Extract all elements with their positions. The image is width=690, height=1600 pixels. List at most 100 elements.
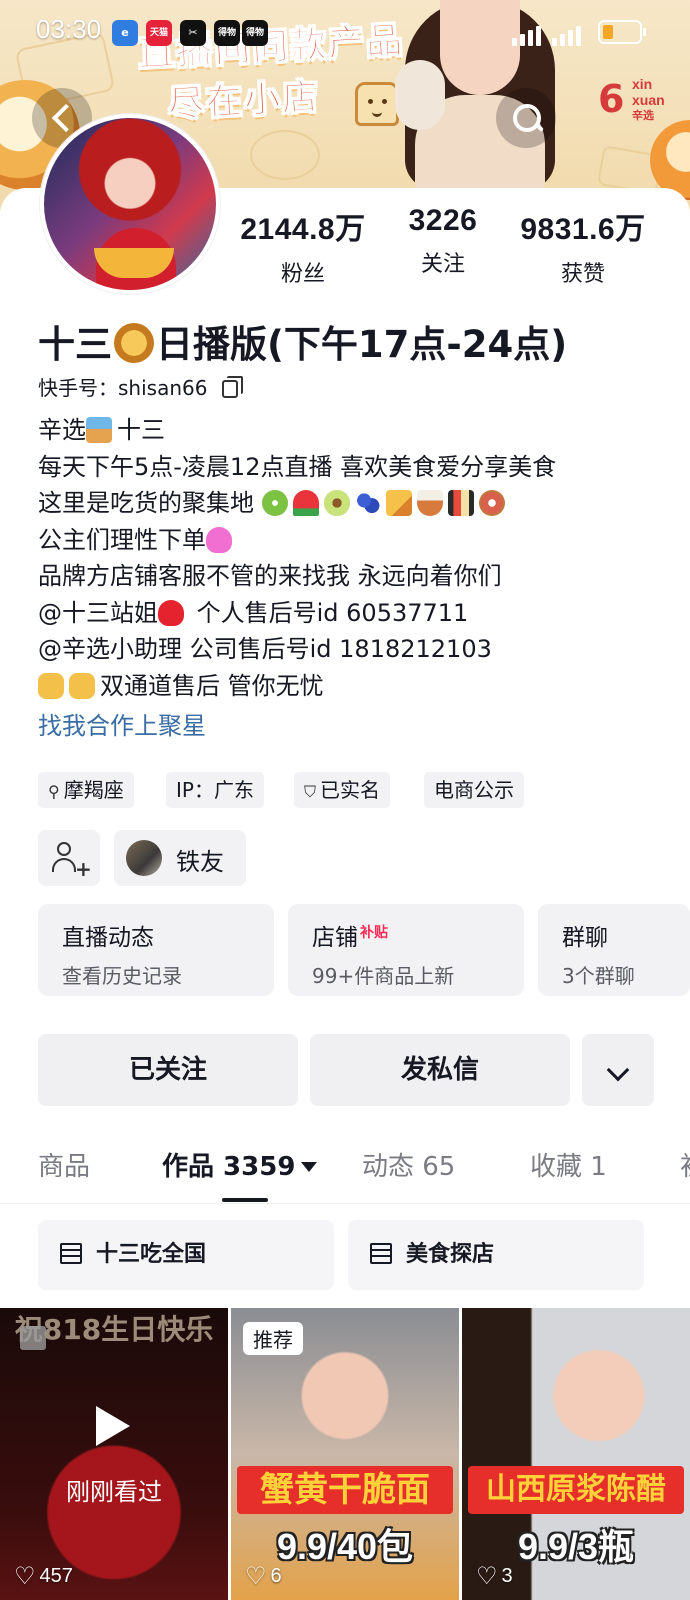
- watermelon-emoji-icon: [292, 490, 319, 516]
- red-heart-emoji-icon: [158, 599, 184, 626]
- heart-icon: ♡: [14, 1563, 36, 1590]
- tie-friend-button[interactable]: 铁友: [114, 830, 246, 886]
- more-button[interactable]: [592, 88, 652, 148]
- stat-value: 2144.8万: [240, 213, 366, 246]
- video-thumbnail[interactable]: 推荐 蟹黄干脆面 9.9/40包 ♡ 6: [231, 1308, 459, 1600]
- collection-label: 十三吃全国: [96, 1242, 207, 1267]
- profile-avatar[interactable]: [40, 114, 220, 294]
- search-button[interactable]: [496, 88, 556, 148]
- blueberries-emoji-icon: [354, 490, 381, 516]
- active-tab-indicator: [222, 1198, 268, 1202]
- bio-line: 双通道售后 管你无忧: [38, 668, 678, 705]
- house-emoji-icon: [86, 417, 112, 443]
- collection-label: 美食探店: [406, 1242, 495, 1267]
- battery-icon: [598, 20, 646, 44]
- bio-line: @辛选小助理 公司售后号id 1818212103: [38, 635, 492, 663]
- video-thumbnail[interactable]: 山西原浆陈醋 9.9/3瓶 ♡ 3: [462, 1308, 690, 1600]
- subsidy-badge: 补贴: [360, 925, 388, 941]
- card-subtitle: 查看历史记录: [62, 964, 182, 988]
- pointing-up-emoji-icon: [38, 672, 64, 699]
- toast-mascot-icon: [355, 82, 399, 126]
- tag-label: 已实名: [320, 778, 381, 802]
- card-title-text: 店铺: [312, 925, 358, 951]
- pizza-emoji-icon: [385, 490, 412, 516]
- bento-emoji-icon: [447, 490, 474, 516]
- bio-line: 这里是吃货的聚集地: [38, 485, 678, 522]
- bio-text: 这里是吃货的聚集地: [38, 489, 254, 517]
- tag-verified[interactable]: ⛉ 已实名: [294, 772, 391, 808]
- kuaishou-id: 快手号：shisan66: [38, 372, 243, 401]
- video-grid: 祝818生日快乐 刚刚看过 ♡ 457 推荐 蟹黄干脆面 9.9/40包 ♡ 6 山…: [0, 1308, 690, 1600]
- chevron-down-icon: [606, 1058, 630, 1082]
- business-cooperation-link[interactable]: 找我合作上聚星: [38, 706, 206, 741]
- like-count-value: 6: [270, 1565, 282, 1587]
- capcut-icon: ✂: [180, 20, 206, 46]
- bio-text: 个人售后号id 60537711: [189, 598, 469, 627]
- bio-text: 公主们理性下单: [38, 525, 206, 554]
- layers-icon: [370, 1243, 392, 1265]
- group-chat-card[interactable]: 群聊 3个群聊: [538, 904, 690, 996]
- friend-avatar: [126, 840, 162, 876]
- tab-moments[interactable]: 动态 65: [362, 1146, 455, 1183]
- stat-following[interactable]: 3226 关注: [368, 204, 518, 278]
- bio-text: @十三站姐: [38, 598, 158, 627]
- dewu-icon: 得物: [214, 20, 240, 46]
- profile-bio: 辛选 十三 每天下午5点-凌晨12点直播 喜欢美食爱分享美食 这里是吃货的聚集地 …: [38, 412, 678, 704]
- stat-value: 9831.6万: [520, 213, 646, 246]
- video-thumbnail[interactable]: 祝818生日快乐 刚刚看过 ♡ 457: [0, 1308, 228, 1600]
- pink-heart-emoji-icon: [206, 526, 232, 553]
- add-friend-button[interactable]: +: [38, 830, 100, 886]
- rice-bowl-emoji-icon: [416, 490, 443, 516]
- shield-icon: ⛉: [304, 782, 317, 801]
- tag-ecommerce[interactable]: 电商公示: [424, 772, 524, 808]
- bio-text: 双通道售后 管你无忧: [100, 671, 324, 700]
- content-tabs: 商品 作品 3359 动态 65 收藏 1 初: [0, 1140, 690, 1204]
- like-count: ♡ 457: [14, 1562, 73, 1591]
- tag-label: 摩羯座: [63, 778, 124, 802]
- card-title: 店铺 补贴: [312, 918, 524, 952]
- image-icon: [20, 1326, 46, 1350]
- stat-likes[interactable]: 9831.6万 获赞: [508, 204, 658, 288]
- add-user-icon: [57, 842, 71, 856]
- copy-icon[interactable]: [221, 376, 243, 398]
- tag-zodiac[interactable]: ⚲ 摩羯座: [38, 772, 134, 808]
- signal-icon: [512, 18, 590, 46]
- tag-label: 电商公示: [434, 778, 514, 802]
- bio-line: 品牌方店铺客服不管的来找我 永远向着你们: [38, 562, 502, 590]
- like-count-value: 457: [39, 1565, 73, 1587]
- more-options-button[interactable]: [582, 1034, 654, 1106]
- profile-name: 十三 日播版(下午17点-24点): [38, 314, 567, 368]
- video-title-overlay: 山西原浆陈醋: [468, 1466, 684, 1514]
- tab-favorites[interactable]: 收藏 1: [530, 1146, 607, 1183]
- layers-icon: [60, 1243, 82, 1265]
- tab-works[interactable]: 作品 3359: [162, 1146, 318, 1183]
- following-button[interactable]: 已关注: [38, 1034, 298, 1106]
- status-bar: 03:30 e 天猫 ✂ 得物 得物: [0, 0, 690, 66]
- tab-products[interactable]: 商品: [38, 1146, 90, 1183]
- status-time: 03:30: [36, 14, 102, 44]
- bio-line: 每天下午5点-凌晨12点直播 喜欢美食爱分享美食: [38, 452, 557, 481]
- dewu-icon: 得物: [242, 20, 268, 46]
- send-message-button[interactable]: 发私信: [310, 1034, 570, 1106]
- shop-card[interactable]: 店铺 补贴 99+件商品上新: [288, 904, 524, 996]
- video-title-overlay: 蟹黄干脆面: [237, 1466, 453, 1514]
- feature-cards: 直播动态 查看历史记录 店铺 补贴 99+件商品上新 群聊 3个群聊: [38, 904, 690, 996]
- bio-text: 十三: [117, 416, 165, 444]
- kuaishou-id-text: 快手号：shisan66: [38, 376, 208, 400]
- recommended-badge: 推荐: [243, 1322, 303, 1355]
- stat-followers[interactable]: 2144.8万 粉丝: [228, 204, 378, 288]
- tag-label: IP：广东: [176, 778, 254, 802]
- live-history-card[interactable]: 直播动态 查看历史记录: [38, 904, 274, 996]
- recently-watched-label: 刚刚看过: [66, 1478, 162, 1506]
- search-small-icon: ⚲: [48, 782, 60, 801]
- heart-icon: ♡: [476, 1563, 498, 1590]
- collection-shisan-nationwide[interactable]: 十三吃全国: [38, 1220, 334, 1290]
- stat-label: 获赞: [560, 262, 605, 287]
- like-count: ♡ 6: [245, 1562, 282, 1591]
- bio-line: 公主们理性下单: [38, 522, 678, 559]
- tab-more[interactable]: 初: [680, 1146, 690, 1183]
- collection-food-explore[interactable]: 美食探店: [348, 1220, 644, 1290]
- donut-emoji-icon: [478, 490, 505, 516]
- tab-works-label: 作品 3359: [162, 1152, 296, 1182]
- pointing-up-emoji-icon: [69, 672, 95, 699]
